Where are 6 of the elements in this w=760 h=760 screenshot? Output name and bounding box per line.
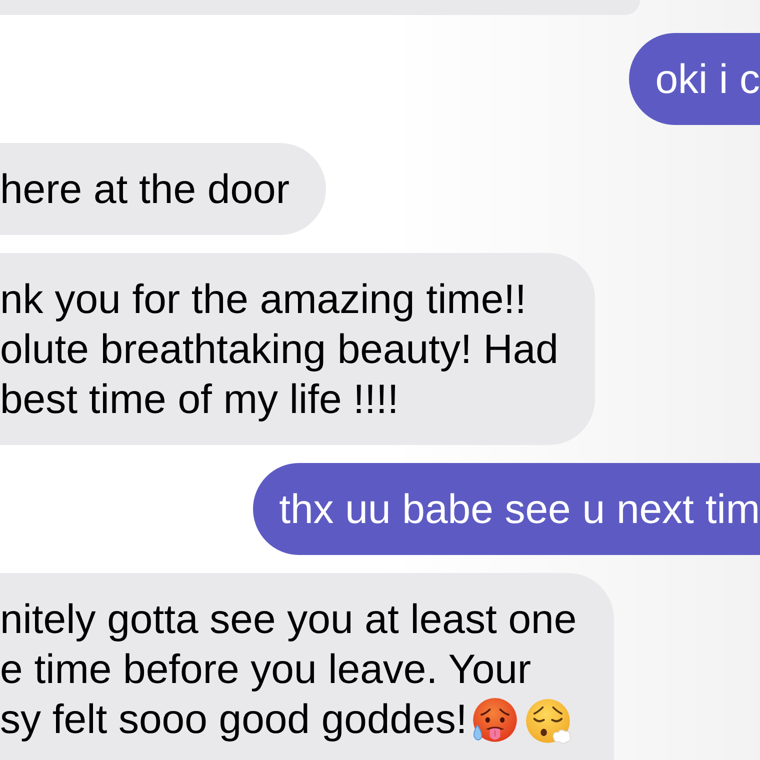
exhaling-face-icon: [525, 698, 574, 746]
message-text: thx uu babe see u next tim: [279, 485, 760, 534]
message-text: oki i c: [655, 55, 760, 104]
message-text: here at the door: [0, 165, 290, 214]
message-text: sy felt sooo good goddes!: [0, 696, 468, 742]
message-text: nk you for the amazing time!! olute breathtaking beauty! Had best time of my life !!!!: [0, 275, 558, 424]
